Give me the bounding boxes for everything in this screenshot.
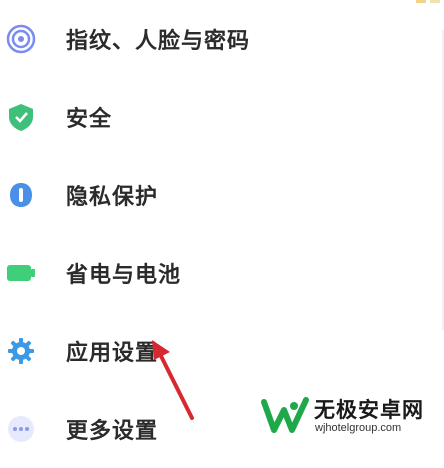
watermark-title: 无极安卓网	[314, 398, 424, 422]
privacy-icon	[10, 183, 32, 207]
more-icon	[8, 416, 34, 442]
watermark-logo-icon	[261, 397, 309, 433]
watermark-url: wjhotelgroup.com	[315, 422, 402, 434]
menu-item-label: 指纹、人脸与密码	[66, 29, 251, 54]
fingerprint-icon	[6, 24, 36, 54]
battery-icon	[7, 265, 35, 281]
top-dots-decoration	[416, 0, 440, 3]
shield-icon	[9, 104, 33, 131]
gear-icon	[8, 338, 34, 364]
menu-item-label: 安全	[66, 107, 113, 132]
settings-menu: 指纹、人脸与密码 安全 隐私保护 省电与电池 应用设置 更多设置	[0, 0, 444, 444]
menu-item-privacy[interactable]: 隐私保护	[0, 156, 444, 234]
menu-item-app-settings[interactable]: 应用设置	[0, 312, 444, 390]
menu-item-label: 省电与电池	[66, 263, 182, 288]
menu-item-fingerprint-face-password[interactable]: 指纹、人脸与密码	[0, 0, 444, 78]
watermark: 无极安卓网 wjhotelgroup.com	[258, 394, 444, 442]
menu-item-label: 隐私保护	[66, 185, 159, 210]
menu-item-battery[interactable]: 省电与电池	[0, 234, 444, 312]
menu-item-security[interactable]: 安全	[0, 78, 444, 156]
annotation-arrow	[152, 340, 194, 420]
